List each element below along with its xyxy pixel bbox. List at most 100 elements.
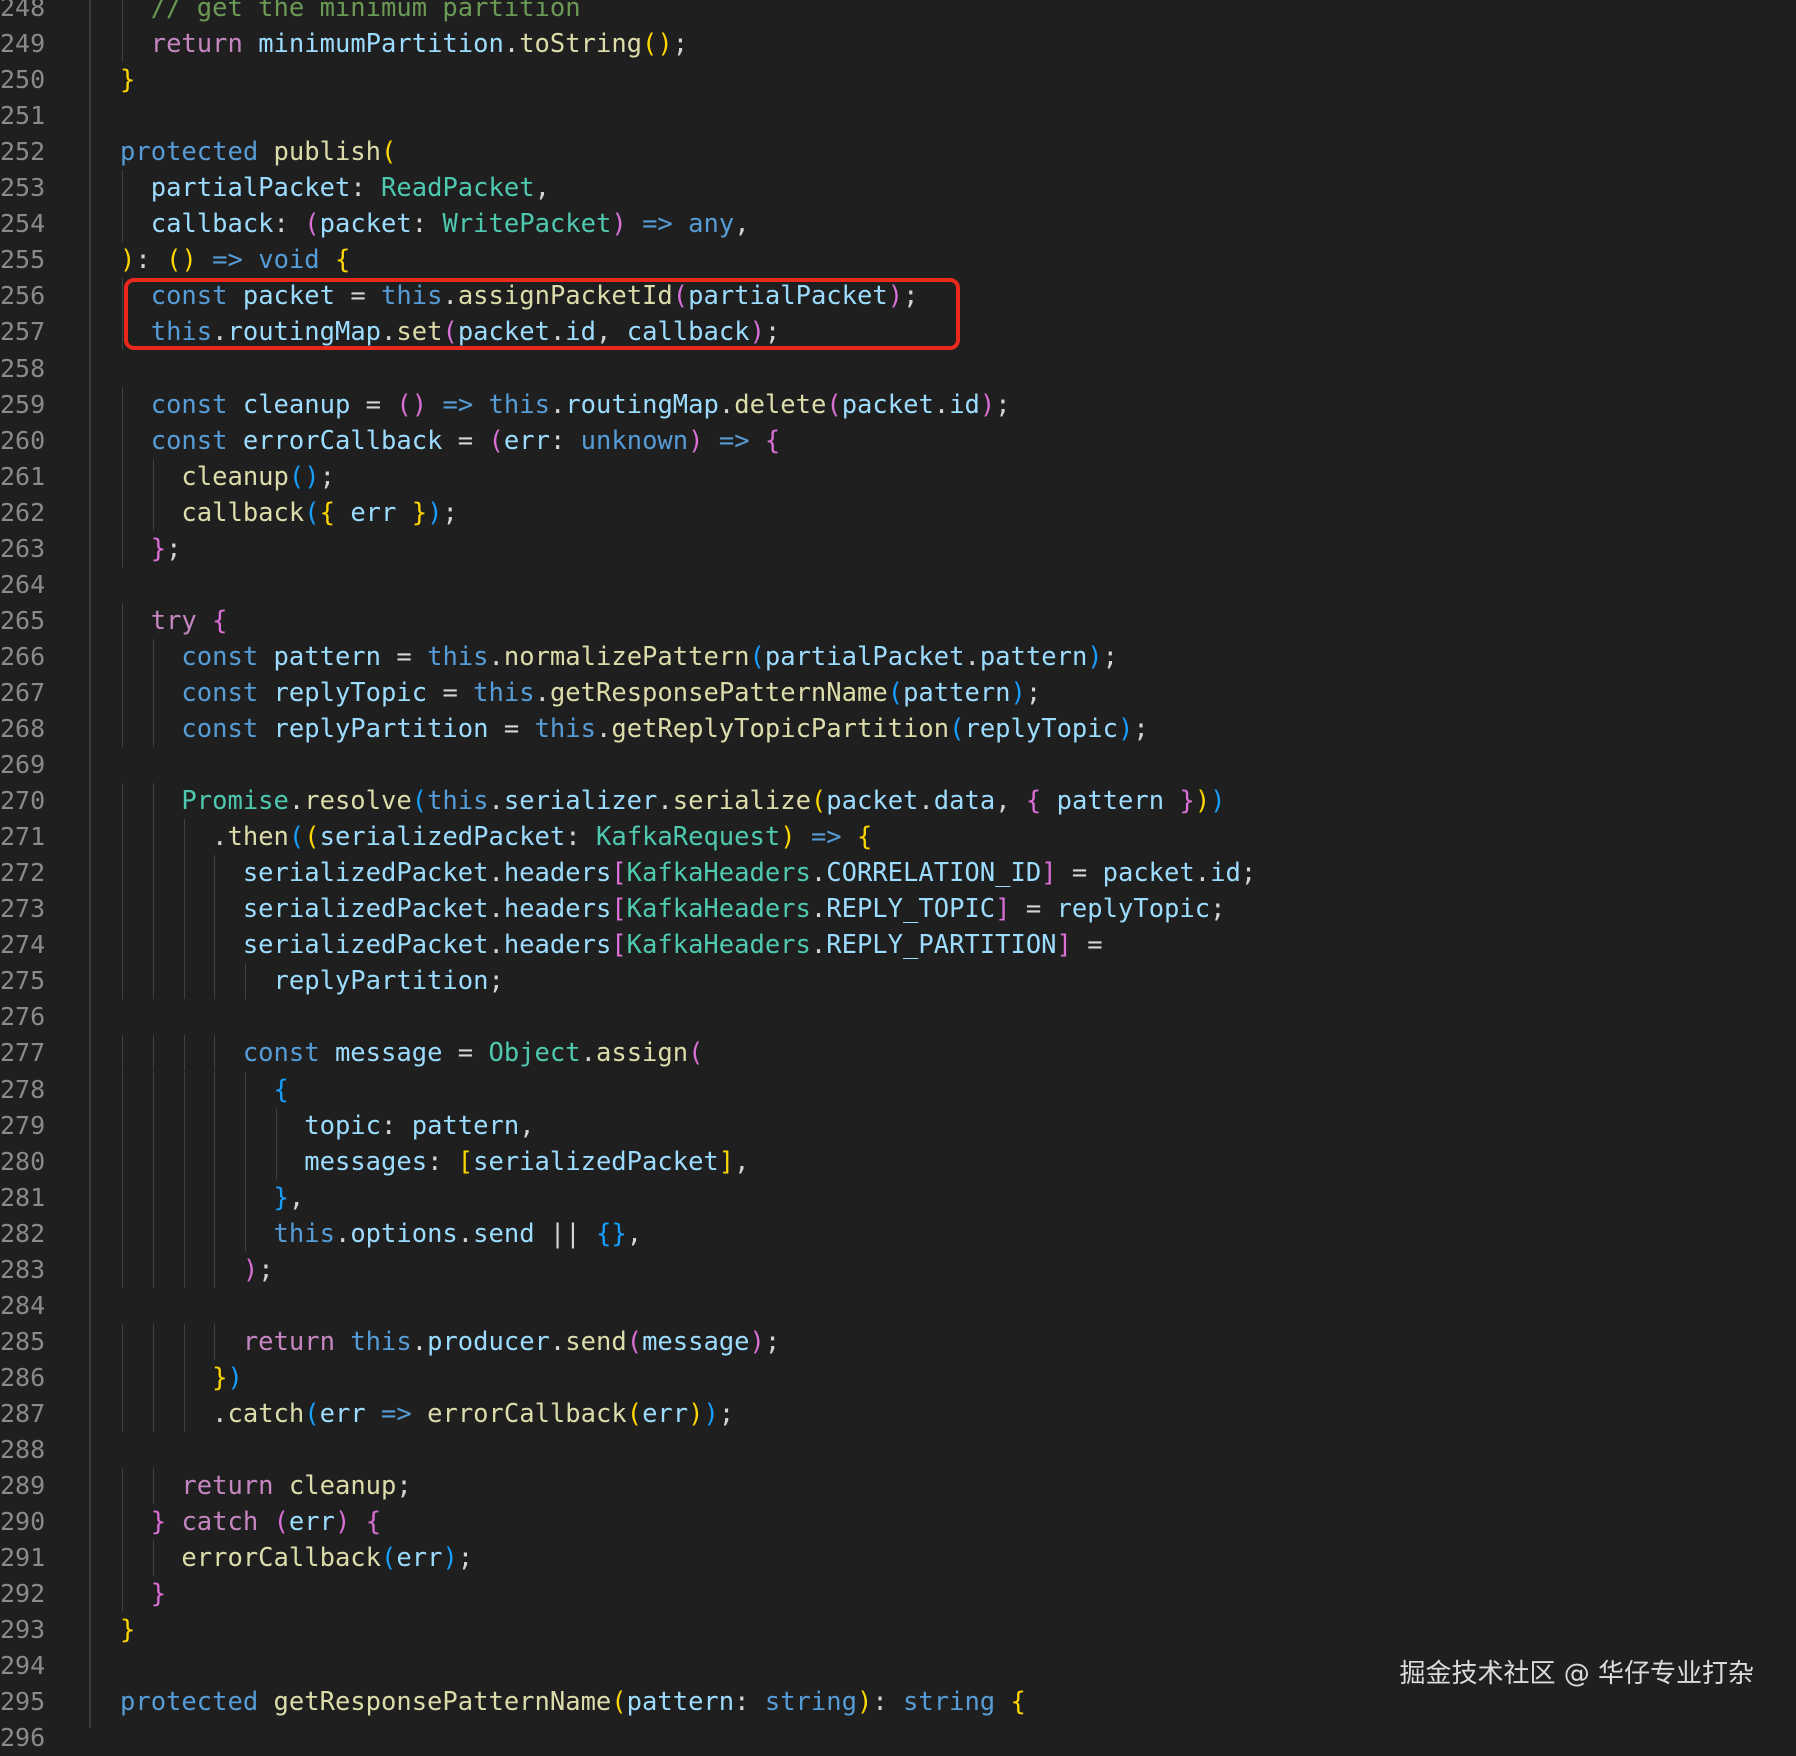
indent-guide (214, 1107, 216, 1144)
code-line[interactable]: 284 (0, 1288, 1796, 1324)
indent-guide (214, 1143, 216, 1180)
code-line[interactable]: 280 messages: [serializedPacket], (0, 1143, 1796, 1180)
code-line[interactable]: 277 const message = Object.assign( (0, 1035, 1796, 1072)
code-line[interactable]: 293} (0, 1612, 1796, 1648)
line-number: 286 (0, 1362, 46, 1392)
code-text: callback({ err }); (181, 497, 458, 528)
code-line[interactable]: 291 errorCallback(err); (0, 1540, 1796, 1577)
code-line[interactable]: 269 (0, 747, 1796, 783)
indent-guide (122, 278, 123, 315)
code-line[interactable]: 263 }; (0, 530, 1796, 567)
line-number: 255 (0, 245, 46, 275)
line-number: 257 (0, 317, 46, 347)
indent-guide (122, 891, 123, 928)
indent-guide (245, 1179, 247, 1216)
code-line[interactable]: 289 return cleanup; (0, 1468, 1796, 1505)
indent-guide (183, 855, 185, 892)
code-line[interactable]: 252 protected publish( (0, 134, 1796, 170)
code-editor[interactable]: 248 // get the minimum partition 249 retu… (0, 0, 1796, 1752)
line-number: 250 (0, 65, 46, 95)
indent-guide (214, 1071, 216, 1108)
line-number: 264 (0, 569, 46, 599)
indent-guide (122, 386, 123, 423)
indent-guide (122, 602, 123, 639)
code-line[interactable]: 286 }) (0, 1359, 1796, 1396)
indent-guide (122, 0, 123, 26)
code-line[interactable]: 287 .catch(err => errorCallback(err)); (0, 1395, 1796, 1432)
code-text: .then((serializedPacket: KafkaRequest) =… (212, 822, 873, 853)
code-line[interactable]: 271 .then((serializedPacket: KafkaReques… (0, 819, 1796, 856)
line-number: 256 (0, 281, 46, 311)
code-text: topic: pattern, (304, 1110, 535, 1141)
code-line[interactable]: 254 callback: (packet: WritePacket) => a… (0, 206, 1796, 243)
code-line[interactable]: 296 (0, 1720, 1796, 1756)
line-number: 273 (0, 894, 46, 924)
indent-guide (122, 314, 123, 351)
code-line[interactable]: 272 serializedPacket.headers[KafkaHeader… (0, 855, 1796, 892)
indent-guide (122, 1468, 123, 1505)
indent-guide (214, 963, 216, 1000)
indent-guide (183, 1107, 185, 1144)
line-number: 252 (0, 137, 46, 167)
code-line[interactable]: 260 const errorCallback = (err: unknown)… (0, 422, 1796, 459)
indent-guide (245, 1215, 247, 1252)
line-number: 289 (0, 1471, 46, 1501)
code-text: errorCallback(err); (181, 1543, 474, 1574)
code-text: const message = Object.assign( (242, 1038, 704, 1069)
code-line[interactable]: 255): () => void { (0, 242, 1796, 278)
code-line[interactable]: 264 (0, 567, 1796, 603)
code-line[interactable]: 261 cleanup(); (0, 458, 1796, 495)
line-number: 279 (0, 1110, 46, 1140)
indent-guide (214, 891, 216, 928)
indent-guide (152, 1107, 154, 1144)
code-line[interactable]: 249 return minimumPartition.toString(); (0, 26, 1796, 63)
code-line[interactable]: 265 try { (0, 602, 1796, 639)
line-number: 253 (0, 173, 46, 203)
code-line[interactable]: 275 replyPartition; (0, 963, 1796, 1000)
code-line[interactable]: 258 (0, 351, 1796, 387)
code-line[interactable]: 288 (0, 1432, 1796, 1468)
indent-guide (122, 1215, 123, 1252)
code-line[interactable]: 266 const pattern = this.normalizePatter… (0, 638, 1796, 675)
code-line[interactable]: 292 } (0, 1576, 1796, 1613)
line-number: 251 (0, 101, 46, 131)
line-number: 294 (0, 1651, 46, 1681)
code-line[interactable]: 253 partialPacket: ReadPacket, (0, 170, 1796, 207)
indent-guide (122, 1504, 123, 1541)
code-line[interactable]: 250} (0, 62, 1796, 98)
code-text: } (150, 1579, 167, 1610)
code-line[interactable]: 281 }, (0, 1179, 1796, 1216)
indent-guide (214, 1035, 216, 1072)
indent-guide (214, 855, 216, 892)
code-line[interactable]: 248 // get the minimum partition (0, 0, 1796, 26)
code-line[interactable]: 273 serializedPacket.headers[KafkaHeader… (0, 891, 1796, 928)
code-line[interactable]: 283 ); (0, 1251, 1796, 1288)
code-line[interactable]: 270 Promise.resolve(this.serializer.seri… (0, 783, 1796, 820)
code-line[interactable]: 268 const replyPartition = this.getReply… (0, 711, 1796, 747)
indent-guide (152, 1071, 154, 1108)
indent-guide (122, 783, 123, 820)
line-number: 271 (0, 822, 46, 852)
indent-guide (122, 422, 123, 459)
code-line[interactable]: 274 serializedPacket.headers[KafkaHeader… (0, 927, 1796, 964)
code-line[interactable]: 278 { (0, 1071, 1796, 1108)
code-line[interactable]: 267 const replyTopic = this.getResponseP… (0, 674, 1796, 711)
code-line[interactable]: 262 callback({ err }); (0, 494, 1796, 531)
indent-guide (122, 458, 123, 495)
code-text: const errorCallback = (err: unknown) => … (150, 425, 781, 456)
indent-guide (122, 819, 123, 856)
code-line[interactable]: 282 this.options.send || {}, (0, 1215, 1796, 1252)
line-number: 277 (0, 1038, 46, 1068)
code-text: return minimumPartition.toString(); (150, 29, 689, 60)
indent-guide (122, 1251, 123, 1288)
indent-guide (122, 206, 123, 243)
code-line[interactable]: 290 } catch (err) { (0, 1504, 1796, 1541)
code-line[interactable]: 279 topic: pattern, (0, 1107, 1796, 1144)
indent-guide (214, 1323, 216, 1360)
indent-guide (152, 1215, 154, 1252)
code-line[interactable]: 276 (0, 999, 1796, 1035)
code-line[interactable]: 285 return this.producer.send(message); (0, 1323, 1796, 1360)
code-line[interactable]: 259 const cleanup = () => this.routingMa… (0, 386, 1796, 423)
code-line[interactable]: 251 (0, 98, 1796, 134)
indent-guide (183, 1359, 185, 1396)
